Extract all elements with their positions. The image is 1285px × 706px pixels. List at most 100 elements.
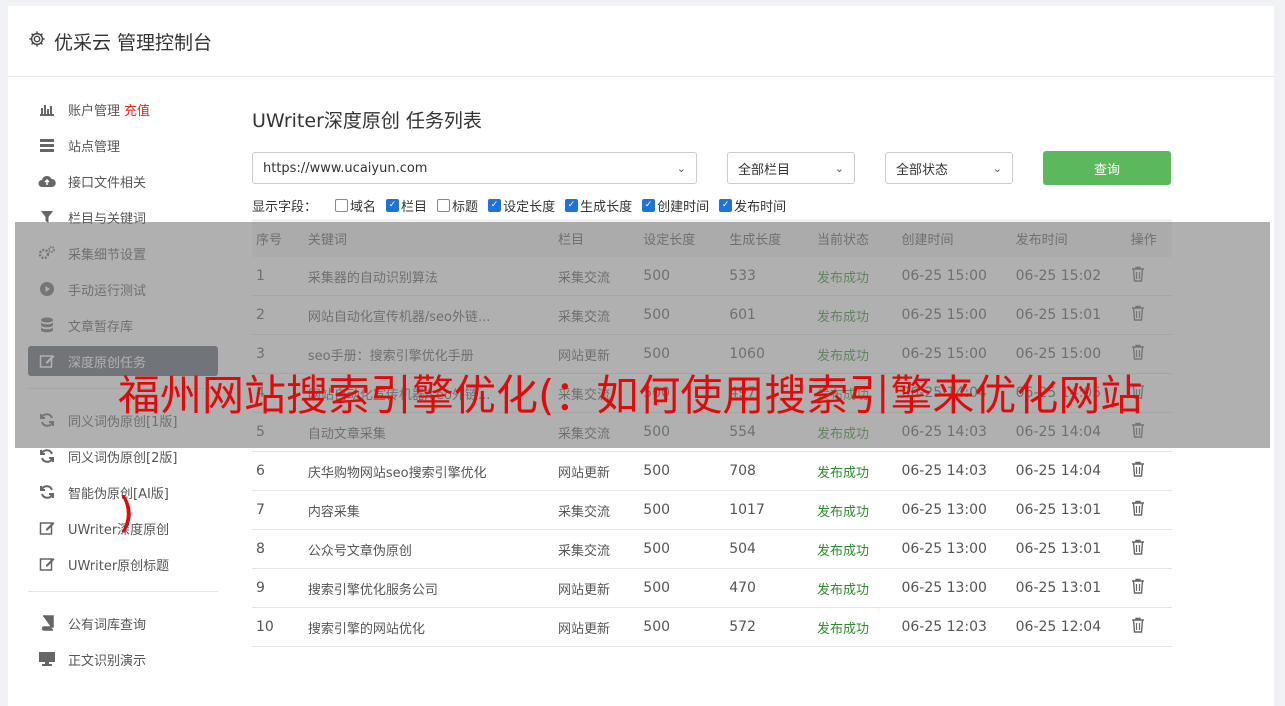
cell-keyword[interactable]: 搜索引擎的网站优化 — [303, 607, 554, 647]
overlay-headline: 福州网站搜索引擎优化(：如何使用搜索引擎来优化网站 — [118, 371, 1143, 420]
cloud-upload-icon — [38, 172, 56, 190]
chevron-down-icon: ⌄ — [834, 161, 844, 175]
sidebar-item[interactable]: UWriter原创标题 — [28, 549, 218, 579]
category-select-value: 全部栏目 — [738, 162, 791, 178]
cell-keyword[interactable]: 庆华购物网站seo搜索引擎优化 — [303, 451, 554, 491]
cell-keyword[interactable]: 公众号文章伪原创 — [303, 529, 554, 569]
cell-set-length: 500 — [639, 529, 726, 569]
monitor-icon — [38, 650, 56, 668]
trash-icon[interactable] — [1131, 578, 1145, 598]
cell-created: 06-25 13:00 — [897, 529, 1012, 569]
sidebar-item[interactable]: 公有词库查询 — [28, 608, 218, 638]
cell-set-length: 500 — [639, 490, 726, 530]
cell-gen-length: 708 — [725, 451, 813, 491]
cell-published: 06-25 13:01 — [1011, 529, 1127, 569]
cell-category: 网站更新 — [553, 568, 640, 608]
cell-actions — [1126, 568, 1172, 608]
cell-category: 采集交流 — [553, 490, 640, 530]
cell-category: 网站更新 — [553, 607, 640, 647]
field-checkbox-label: 栏目 — [401, 199, 428, 215]
cell-actions — [1126, 529, 1172, 569]
cell-status: 发布成功 — [812, 568, 898, 608]
cell-status: 发布成功 — [812, 529, 898, 569]
cell-created: 06-25 13:00 — [897, 490, 1012, 530]
sidebar-item-label: 站点管理 — [68, 139, 121, 155]
page-title: UWriter深度原创 任务列表 — [252, 110, 482, 132]
trash-icon[interactable] — [1131, 500, 1145, 520]
site-select[interactable]: https://www.ucaiyun.com ⌄ — [252, 152, 697, 184]
field-checkbox-label: 标题 — [452, 199, 479, 215]
sidebar-item[interactable]: 接口文件相关 — [28, 166, 218, 196]
app-title: 优采云 管理控制台 — [54, 31, 213, 54]
cell-status: 发布成功 — [812, 451, 898, 491]
cell-index: 7 — [252, 490, 304, 530]
cell-published: 06-25 13:01 — [1011, 568, 1127, 608]
status-select-value: 全部状态 — [896, 162, 949, 178]
cell-index: 6 — [252, 451, 304, 491]
cell-set-length: 500 — [639, 451, 726, 491]
cell-keyword[interactable]: 搜索引擎优化服务公司 — [303, 568, 554, 608]
cell-index: 10 — [252, 607, 304, 647]
field-checkbox-label: 设定长度 — [503, 199, 556, 215]
cell-created: 06-25 14:03 — [897, 451, 1012, 491]
cell-category: 网站更新 — [553, 451, 640, 491]
overlay-headline-tail: ) — [118, 488, 135, 537]
sidebar-item-label: 同义词伪原创[2版] — [68, 450, 178, 466]
recharge-link[interactable]: 充值 — [124, 100, 150, 119]
cell-actions — [1126, 451, 1172, 491]
cell-category: 采集交流 — [553, 529, 640, 569]
sidebar-item[interactable]: 正文识别演示 — [28, 644, 218, 674]
field-checkbox[interactable]: ✓ 设定长度 — [488, 196, 555, 215]
sidebar-item-label: 账户管理 — [68, 103, 121, 119]
field-checkbox[interactable]: 标题 — [437, 196, 478, 215]
trash-icon[interactable] — [1131, 617, 1145, 637]
checkbox-checked-icon: ✓ — [565, 198, 579, 212]
field-checkbox[interactable]: ✓ 生成长度 — [565, 196, 632, 215]
field-checkbox[interactable]: ✓ 发布时间 — [719, 196, 786, 215]
cell-published: 06-25 14:04 — [1011, 451, 1127, 491]
chevron-down-icon: ⌄ — [992, 161, 1002, 175]
gear-icon — [28, 30, 46, 52]
refresh-icon — [38, 447, 56, 465]
server-icon — [38, 136, 56, 154]
sidebar-item-label: 正文识别演示 — [68, 653, 147, 669]
checkbox-empty-icon — [335, 198, 349, 212]
field-checkbox[interactable]: ✓ 栏目 — [386, 196, 427, 215]
sidebar-item[interactable]: 站点管理 — [28, 130, 218, 160]
cell-gen-length: 1017 — [725, 490, 813, 530]
trash-icon[interactable] — [1131, 461, 1145, 481]
cell-actions — [1126, 607, 1172, 647]
cell-status: 发布成功 — [812, 490, 898, 530]
sidebar-divider — [28, 591, 218, 592]
cell-index: 8 — [252, 529, 304, 569]
book-icon — [38, 614, 56, 632]
cell-gen-length: 572 — [725, 607, 813, 647]
field-checkbox[interactable]: ✓ 创建时间 — [642, 196, 709, 215]
filter-bar: https://www.ucaiyun.com ⌄ 全部栏目 ⌄ 全部状态 ⌄ 查询 — [252, 151, 1172, 185]
status-select[interactable]: 全部状态 ⌄ — [885, 152, 1013, 184]
checkbox-checked-icon: ✓ — [719, 198, 733, 212]
field-checkbox-label: 生成长度 — [580, 199, 633, 215]
edit-icon — [38, 519, 56, 537]
sidebar-item[interactable]: 账户管理 充值 — [28, 94, 218, 124]
display-fields: 显示字段： 域名 ✓ 栏目 标题 ✓ 设定长度 ✓ 生成长度 ✓ 创建时间 ✓ 发布时间 — [252, 196, 1172, 215]
bar-chart-icon — [38, 100, 56, 118]
field-checkbox[interactable]: 域名 — [335, 196, 376, 215]
cell-index: 9 — [252, 568, 304, 608]
trash-icon[interactable] — [1131, 539, 1145, 559]
table-row: 6 庆华购物网站seo搜索引擎优化 网站更新 500 708 发布成功 06-25 14:0… — [252, 451, 1172, 491]
query-button[interactable]: 查询 — [1043, 151, 1171, 185]
header: 优采云 管理控制台 — [8, 6, 1274, 77]
refresh-icon — [38, 483, 56, 501]
cell-keyword[interactable]: 内容采集 — [303, 490, 554, 530]
field-checkbox-label: 创建时间 — [657, 199, 710, 215]
cell-published: 06-25 12:04 — [1011, 607, 1127, 647]
sidebar-item-label: 接口文件相关 — [68, 175, 147, 191]
category-select[interactable]: 全部栏目 ⌄ — [727, 152, 855, 184]
table-row: 10 搜索引擎的网站优化 网站更新 500 572 发布成功 06-25 12:03 06-2… — [252, 607, 1172, 647]
cell-gen-length: 470 — [725, 568, 813, 608]
sidebar-item-label: UWriter原创标题 — [68, 558, 170, 574]
checkbox-checked-icon: ✓ — [642, 198, 656, 212]
cell-set-length: 500 — [639, 568, 726, 608]
cell-actions — [1126, 490, 1172, 530]
